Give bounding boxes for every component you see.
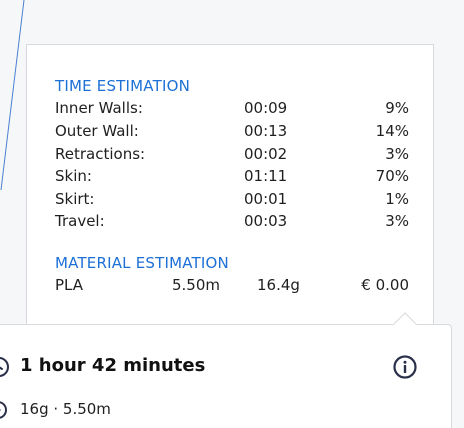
time-row-skirt: Skirt: 00:01 1% <box>55 190 409 212</box>
time-row-label: Skin: <box>55 167 92 185</box>
time-row-duration: 00:03 <box>244 212 288 230</box>
time-row-duration: 00:02 <box>244 145 288 163</box>
time-row-percent: 9% <box>385 99 409 117</box>
tooltip-pointer-cover <box>390 325 420 337</box>
viewport-edge-line <box>0 0 25 191</box>
material-row-pla: PLA 5.50m 16.4g € 0.00 <box>55 276 409 298</box>
time-row-percent: 70% <box>375 167 409 185</box>
time-row-label: Skirt: <box>55 190 95 208</box>
time-row-duration: 01:11 <box>244 167 288 185</box>
clock-icon <box>0 357 9 377</box>
time-row-outer-wall: Outer Wall: 00:13 14% <box>55 122 409 144</box>
time-row-duration: 00:13 <box>244 122 288 140</box>
time-row-inner-walls: Inner Walls: 00:09 9% <box>55 99 409 121</box>
time-row-travel: Travel: 00:03 3% <box>55 212 409 234</box>
material-weight: 16.4g <box>257 276 300 294</box>
time-row-percent: 1% <box>385 190 409 208</box>
time-estimation-title: TIME ESTIMATION <box>55 77 191 95</box>
info-icon[interactable] <box>393 355 417 379</box>
time-row-label: Travel: <box>55 212 105 230</box>
material-length: 5.50m <box>172 276 221 294</box>
time-row-duration: 00:09 <box>244 99 288 117</box>
time-row-label: Inner Walls: <box>55 99 143 117</box>
time-row-label: Retractions: <box>55 145 146 163</box>
print-details-tooltip: TIME ESTIMATION Inner Walls: 00:09 9% Ou… <box>26 44 434 330</box>
print-time-value: 1 hour 42 minutes <box>20 355 206 376</box>
material-cost: € 0.00 <box>361 276 409 294</box>
time-row-percent: 14% <box>375 122 409 140</box>
time-row-duration: 00:01 <box>244 190 288 208</box>
material-summary-value: 16g · 5.50m <box>20 400 111 418</box>
time-row-retractions: Retractions: 00:02 3% <box>55 145 409 167</box>
material-name: PLA <box>55 276 84 294</box>
time-row-skin: Skin: 01:11 70% <box>55 167 409 189</box>
time-row-label: Outer Wall: <box>55 122 139 140</box>
time-row-percent: 3% <box>385 145 409 163</box>
spool-icon <box>0 401 7 419</box>
time-row-percent: 3% <box>385 212 409 230</box>
material-estimation-title: MATERIAL ESTIMATION <box>55 254 229 272</box>
